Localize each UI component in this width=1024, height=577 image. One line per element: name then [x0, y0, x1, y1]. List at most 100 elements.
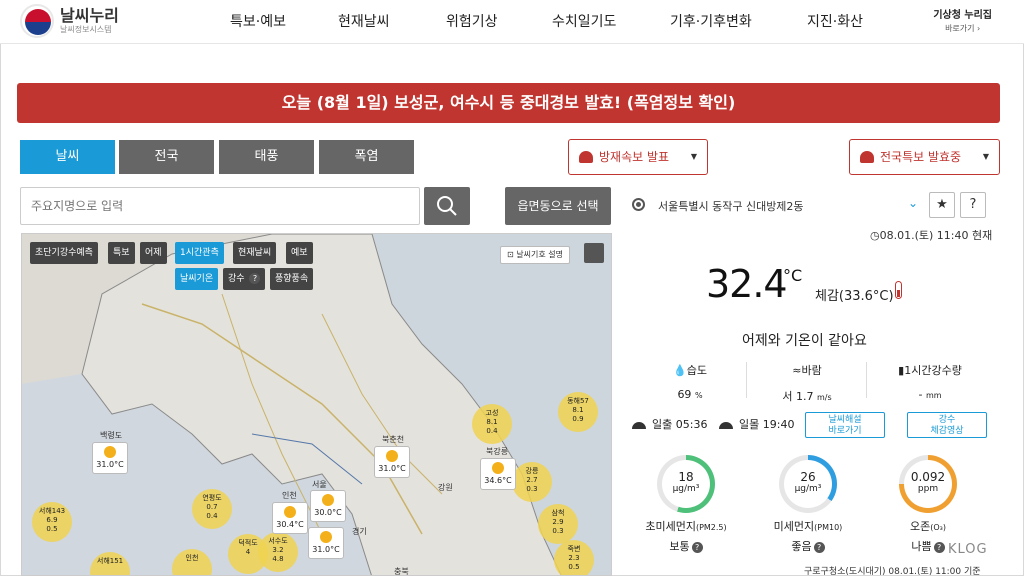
partly-cloudy-icon: [322, 494, 334, 506]
map-btn-yesterday[interactable]: 어제: [140, 242, 167, 264]
weather-map[interactable]: 초단기강수예측 특보 어제 1시간관측 현재날씨 예보 날씨기온 강수 ? 풍향…: [21, 233, 612, 576]
station-card-seoul[interactable]: 30.0°C: [310, 490, 346, 522]
place-search-input[interactable]: [20, 187, 420, 225]
map-btn-warning[interactable]: 특보: [108, 242, 135, 264]
sunset-time: 19:40: [762, 418, 795, 431]
map-btn-current[interactable]: 현재날씨: [233, 242, 277, 264]
nav-current-weather[interactable]: 현재날씨: [338, 4, 390, 40]
pm25-label: 초미세먼지(PM2.5): [636, 518, 736, 534]
feels-like-temperature: 체감(33.6°C): [815, 289, 894, 304]
buoy-value: 2.9: [552, 518, 564, 526]
map-btn-temperature[interactable]: 날씨기온: [175, 268, 219, 290]
external-link-icon[interactable]: [584, 243, 604, 263]
station-card-incheon[interactable]: 30.4°C: [272, 502, 308, 534]
tab-typhoon[interactable]: 태풍: [219, 140, 314, 174]
disaster-news-label: 방재속보 발표: [599, 150, 670, 164]
station-temp: 31.0°C: [312, 545, 340, 554]
weather-commentary-link[interactable]: 날씨해설 바로가기: [805, 412, 885, 438]
tab-heatwave[interactable]: 폭염: [319, 140, 414, 174]
town-label: 북춘천: [382, 435, 405, 444]
buoy-value: 0.5: [46, 525, 58, 533]
select-by-dong-button[interactable]: 읍면동으로 선택: [505, 187, 611, 225]
portal-sub: 바로가기 ›: [945, 24, 981, 33]
pm25-sub: (PM2.5): [695, 523, 727, 532]
town-label: 서울: [312, 480, 327, 489]
favorite-star-button[interactable]: ★: [929, 192, 955, 218]
sunset-icon: [719, 421, 733, 429]
sea-buoy-bubble[interactable]: 서해143 6.9 0.5: [32, 502, 72, 542]
map-btn-nowcast[interactable]: 초단기강수예측: [30, 242, 98, 264]
buoy-value: 0.4: [486, 427, 498, 435]
buoy-name: 고성: [485, 409, 499, 417]
sea-buoy-bubble[interactable]: 강릉 2.7 0.3: [512, 462, 552, 502]
sea-buoy-bubble[interactable]: 인천: [172, 549, 212, 575]
station-card-bukgangneung[interactable]: 34.6°C: [480, 458, 516, 490]
thermometer-icon: [895, 281, 902, 299]
nav-climate[interactable]: 기후·기후변화: [670, 4, 752, 40]
heat-alert-banner[interactable]: 오늘 (8월 1일) 보성군, 여수시 등 중대경보 발효! (폭염정보 확인): [17, 83, 1000, 123]
buoy-name: 삼척: [551, 509, 565, 517]
humidity-unit: %: [694, 391, 703, 400]
wind-unit: m/s: [816, 393, 832, 402]
station-temp: 30.0°C: [314, 508, 342, 517]
map-btn-hourly-obs[interactable]: 1시간관측: [175, 242, 224, 264]
map-btn-precip[interactable]: 강수 ?: [223, 268, 266, 290]
wind-stat: ≈바람 서 1.7 m/s: [757, 362, 857, 404]
pm10-sub: (PM10): [814, 523, 843, 532]
town-label: 백령도: [100, 431, 123, 440]
site-logo[interactable]: 날씨누리 날씨정보시스템: [20, 4, 119, 38]
pm25-grade: 보통?: [636, 538, 736, 554]
temperature-unit: °C: [783, 266, 803, 285]
sea-buoy-bubble[interactable]: 삼척 2.9 0.3: [538, 504, 578, 544]
town-label: 인천: [282, 491, 297, 500]
help-icon[interactable]: ?: [933, 542, 945, 553]
kma-portal-link[interactable]: 기상청 누리집 바로가기 ›: [933, 6, 992, 34]
precip-video-link[interactable]: 강수 체감영상: [907, 412, 987, 438]
sea-buoy-bubble[interactable]: 서수도 3.2 4.8: [258, 532, 298, 572]
buoy-value: 6.9: [46, 516, 58, 524]
rainfall-stat: ▮1시간강수량 - mm: [880, 362, 980, 401]
buoy-name: 연평도: [202, 494, 222, 502]
nationwide-warning-label: 전국특보 발효중: [880, 150, 962, 164]
help-icon[interactable]: ?: [691, 542, 703, 553]
station-card-suwon[interactable]: 31.0°C: [308, 527, 344, 559]
map-btn-forecast[interactable]: 예보: [286, 242, 313, 264]
buoy-name: 서해151: [96, 557, 124, 565]
search-button[interactable]: [424, 187, 470, 225]
map-btn-wind[interactable]: 풍향풍속: [270, 268, 314, 290]
tab-nationwide[interactable]: 전국: [119, 140, 214, 174]
pm10-name: 미세먼지: [773, 520, 815, 533]
buoy-name: 서해143: [38, 507, 66, 515]
help-icon[interactable]: ?: [813, 542, 825, 553]
current-temperature: 32.4: [706, 262, 788, 306]
station-card-baengnyeong[interactable]: 31.0°C: [92, 442, 128, 474]
sea-buoy-bubble[interactable]: 동해57 8.1 0.9: [558, 392, 598, 432]
sunrise-label: 일출: [652, 418, 673, 431]
tab-weather[interactable]: 날씨: [20, 140, 115, 174]
nationwide-warning-dropdown[interactable]: 전국특보 발효중 ▼: [849, 139, 1000, 175]
buoy-value: 8.1: [486, 418, 498, 426]
pm25-gauge: 18 μg/m³: [657, 455, 715, 513]
buoy-name: 서수도: [268, 537, 288, 545]
sea-buoy-bubble[interactable]: 죽변 2.3 0.5: [554, 540, 594, 575]
sea-buoy-bubble[interactable]: 연평도 0.7 0.4: [192, 489, 232, 529]
humidity-stat: 💧습도 69 %: [640, 362, 740, 401]
nav-forecast[interactable]: 특보·예보: [230, 4, 286, 40]
nav-hazard-weather[interactable]: 위험기상: [446, 4, 498, 40]
town-label: 경기: [352, 527, 367, 536]
station-card-bukchuncheon[interactable]: 31.0°C: [374, 446, 410, 478]
disaster-news-dropdown[interactable]: 방재속보 발표 ▼: [568, 139, 708, 175]
sea-buoy-bubble[interactable]: 고성 8.1 0.4: [472, 404, 512, 444]
humidity-label: 습도: [686, 364, 707, 377]
pm25-unit: μg/m³: [672, 484, 700, 494]
buoy-value: 0.4: [206, 512, 218, 520]
rain-label: 1시간강수량: [904, 364, 962, 377]
buoy-value: 3.2: [272, 546, 284, 554]
help-button[interactable]: ?: [960, 192, 986, 218]
nav-numerical-chart[interactable]: 수치일기도: [552, 4, 616, 40]
nav-earthquake[interactable]: 지진·화산: [807, 4, 863, 40]
weather-symbol-legend-button[interactable]: ⊡ 날씨기호 설명: [500, 246, 570, 264]
watermark: KLOG: [948, 542, 988, 557]
station-temp: 34.6°C: [484, 476, 512, 485]
buoy-value: 2.7: [526, 476, 538, 484]
